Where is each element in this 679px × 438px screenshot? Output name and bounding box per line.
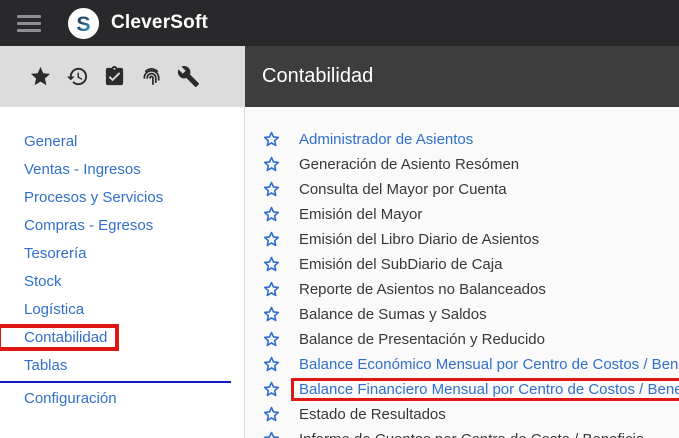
sidebar-item-label: Tesorería bbox=[24, 245, 87, 262]
sidebar-item-contabilidad[interactable]: Contabilidad bbox=[0, 323, 244, 351]
panel-item-label: Balance Económico Mensual por Centro de … bbox=[291, 353, 679, 376]
app-title: CleverSoft bbox=[111, 12, 208, 34]
panel-item-label: Estado de Resultados bbox=[291, 403, 454, 426]
star-outline-icon bbox=[262, 155, 281, 174]
star-outline-icon bbox=[262, 205, 281, 224]
tools-wrench-icon[interactable] bbox=[177, 65, 200, 88]
history-icon[interactable] bbox=[66, 65, 89, 88]
favorites-star-icon[interactable] bbox=[29, 65, 52, 88]
star-outline-icon bbox=[262, 330, 281, 349]
hamburger-menu-icon[interactable] bbox=[17, 15, 41, 32]
panel-item-balance-de-sumas-y-saldos[interactable]: Balance de Sumas y Saldos bbox=[245, 302, 679, 327]
svg-text:S: S bbox=[76, 11, 90, 35]
panel-item-balance-economico-mensual-por-centro-de-costos-beneficios[interactable]: Balance Económico Mensual por Centro de … bbox=[245, 352, 679, 377]
sidebar-item-compras-egresos[interactable]: Compras - Egresos bbox=[0, 211, 244, 239]
sidebar-item-label: Contabilidad bbox=[24, 329, 107, 346]
fingerprint-icon[interactable] bbox=[140, 65, 163, 88]
cleversoft-logo-icon: S bbox=[67, 7, 100, 40]
sidebar-item-label: Tablas bbox=[24, 357, 67, 374]
star-outline-icon bbox=[262, 130, 281, 149]
panel-item-label: Emisión del Mayor bbox=[291, 203, 430, 226]
sidebar-item-tesoreria[interactable]: Tesorería bbox=[0, 239, 244, 267]
sidebar-toolbar bbox=[0, 46, 245, 107]
sidebar-item-ventas-ingresos[interactable]: Ventas - Ingresos bbox=[0, 155, 244, 183]
star-outline-icon bbox=[262, 305, 281, 324]
star-outline-icon bbox=[262, 355, 281, 374]
tasks-clipboard-icon[interactable] bbox=[103, 65, 126, 88]
sidebar-item-label: Ventas - Ingresos bbox=[24, 161, 141, 178]
sidebar-item-general[interactable]: General bbox=[0, 127, 244, 155]
star-outline-icon bbox=[262, 430, 281, 438]
panel-header: Contabilidad bbox=[245, 46, 679, 107]
star-outline-icon bbox=[262, 405, 281, 424]
panel-item-label: Emisión del Libro Diario de Asientos bbox=[291, 228, 547, 251]
sidebar-item-label: Compras - Egresos bbox=[24, 217, 153, 234]
star-outline-icon bbox=[262, 180, 281, 199]
sidebar-item-label: Stock bbox=[24, 273, 62, 290]
sidebar-item-logistica[interactable]: Logística bbox=[0, 295, 244, 323]
panel-item-list: Administrador de AsientosGeneración de A… bbox=[245, 107, 679, 438]
top-bar: S CleverSoft bbox=[0, 0, 679, 46]
panel-item-administrador-de-asientos[interactable]: Administrador de Asientos bbox=[245, 127, 679, 152]
panel-item-label: Emisión del SubDiario de Caja bbox=[291, 253, 510, 276]
panel-item-generacion-de-asiento-resomen[interactable]: Generación de Asiento Resómen bbox=[245, 152, 679, 177]
star-outline-icon bbox=[262, 280, 281, 299]
panel-item-consulta-del-mayor-por-cuenta[interactable]: Consulta del Mayor por Cuenta bbox=[245, 177, 679, 202]
panel-item-balance-de-presentacion-y-reducido[interactable]: Balance de Presentación y Reducido bbox=[245, 327, 679, 352]
panel-item-label: Reporte de Asientos no Balanceados bbox=[291, 278, 554, 301]
panel-title: Contabilidad bbox=[262, 65, 373, 88]
sidebar-item-label: General bbox=[24, 133, 77, 150]
panel-item-informe-de-cuentas-por-centro-de-costo-beneficio[interactable]: Informe de Cuentas por Centro de Costo /… bbox=[245, 427, 679, 438]
panel-item-label: Informe de Cuentas por Centro de Costo /… bbox=[291, 428, 652, 438]
sidebar-item-label: Configuración bbox=[24, 390, 117, 407]
panel-item-emision-del-libro-diario-de-asientos[interactable]: Emisión del Libro Diario de Asientos bbox=[245, 227, 679, 252]
sidebar-divider bbox=[0, 381, 231, 383]
sidebar-item-stock[interactable]: Stock bbox=[0, 267, 244, 295]
panel-item-label: Balance Financiero Mensual por Centro de… bbox=[291, 378, 679, 401]
panel-item-label: Balance de Sumas y Saldos bbox=[291, 303, 495, 326]
panel-item-label: Consulta del Mayor por Cuenta bbox=[291, 178, 515, 201]
panel-item-emision-del-mayor[interactable]: Emisión del Mayor bbox=[245, 202, 679, 227]
panel-item-balance-financiero-mensual-por-centro-de-costos-beneficios[interactable]: Balance Financiero Mensual por Centro de… bbox=[245, 377, 679, 402]
sidebar-item-label: Logística bbox=[24, 301, 84, 318]
panel-item-label: Generación de Asiento Resómen bbox=[291, 153, 527, 176]
panel-item-emision-del-subdiario-de-caja[interactable]: Emisión del SubDiario de Caja bbox=[245, 252, 679, 277]
sidebar-item-tablas[interactable]: Tablas bbox=[0, 351, 244, 379]
sidebar-item-procesos-y-servicios[interactable]: Procesos y Servicios bbox=[0, 183, 244, 211]
panel-item-estado-de-resultados[interactable]: Estado de Resultados bbox=[245, 402, 679, 427]
star-outline-icon bbox=[262, 380, 281, 399]
star-outline-icon bbox=[262, 255, 281, 274]
sidebar-item-label: Procesos y Servicios bbox=[24, 189, 163, 206]
star-outline-icon bbox=[262, 230, 281, 249]
sidebar-menu: General Ventas - Ingresos Procesos y Servi… bbox=[0, 107, 245, 438]
panel-item-label: Balance de Presentación y Reducido bbox=[291, 328, 553, 351]
panel-item-label: Administrador de Asientos bbox=[291, 128, 481, 151]
sidebar-item-configuracion[interactable]: Configuración bbox=[0, 384, 244, 412]
panel-item-reporte-de-asientos-no-balanceados[interactable]: Reporte de Asientos no Balanceados bbox=[245, 277, 679, 302]
